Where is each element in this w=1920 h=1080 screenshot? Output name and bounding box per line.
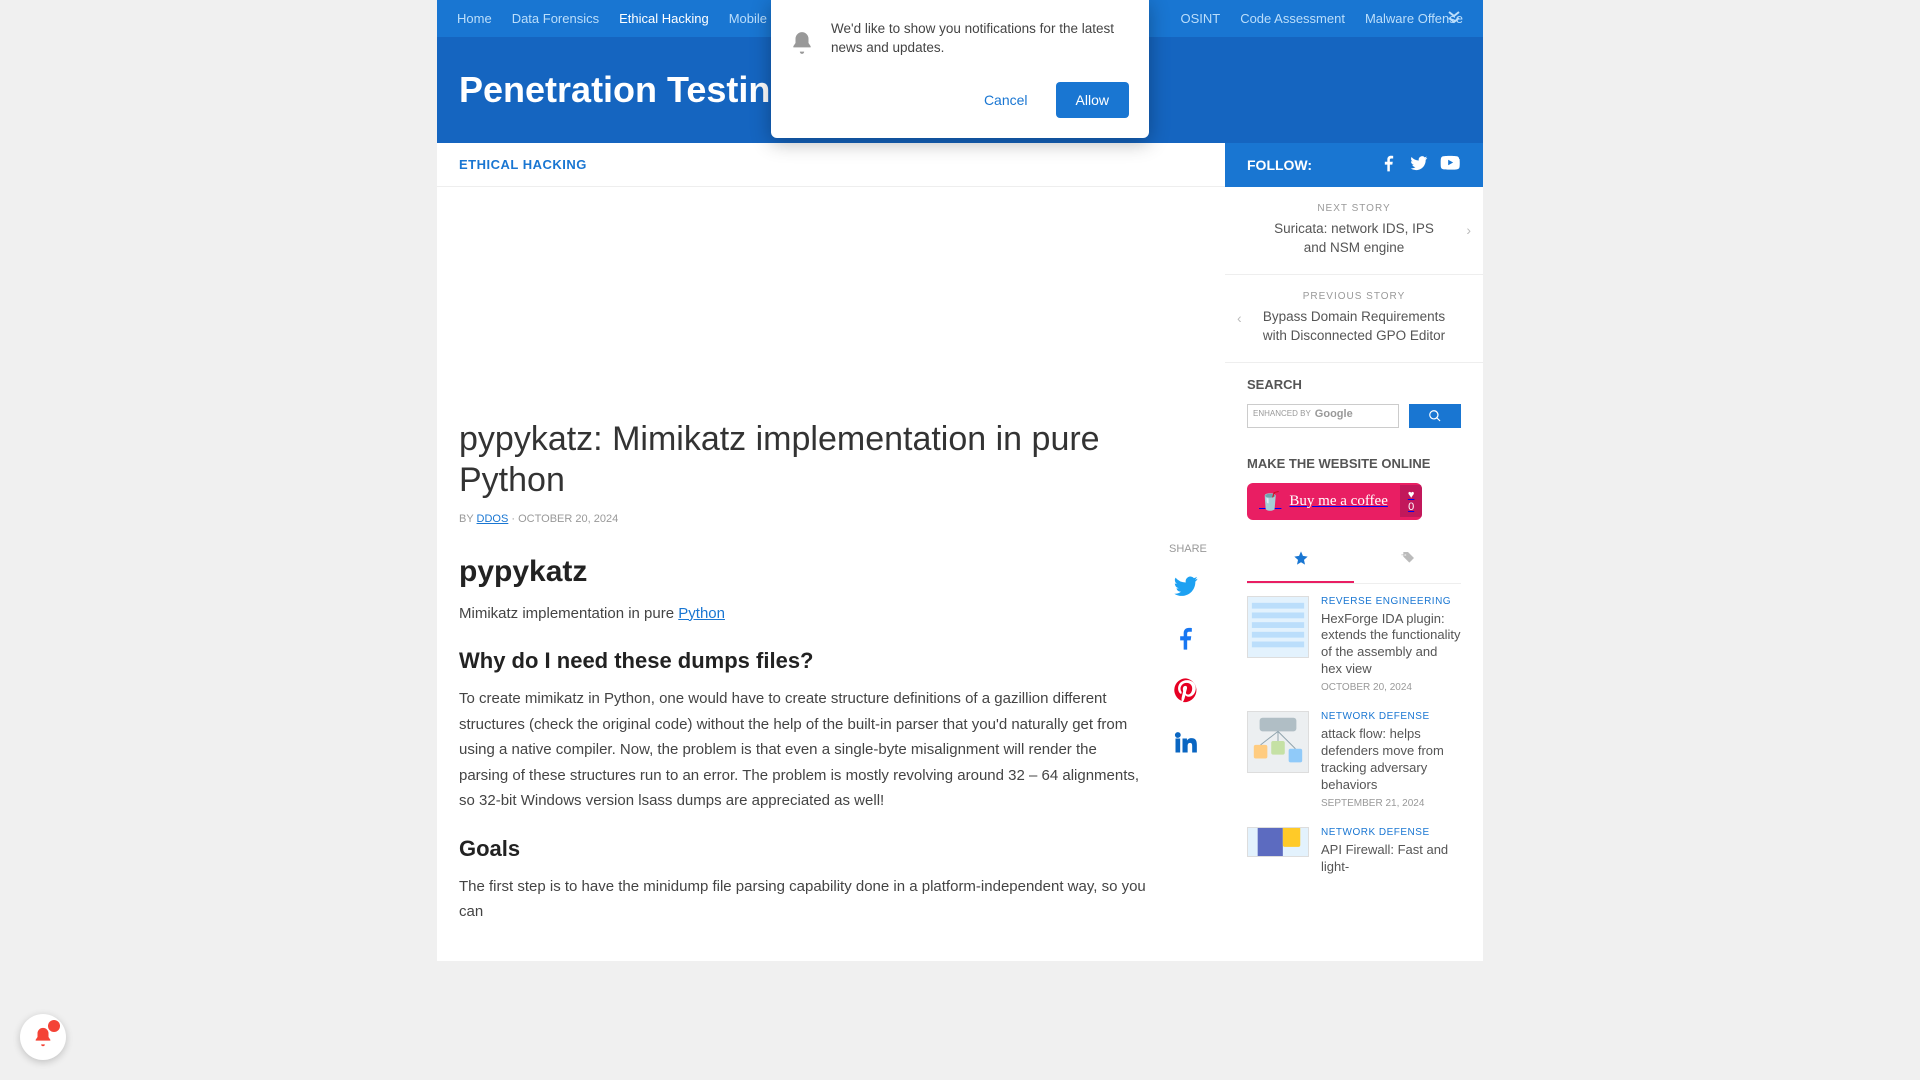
post-item[interactable]: REVERSE ENGINEERING HexForge IDA plugin:… [1247, 596, 1461, 694]
share-linkedin-icon[interactable] [1169, 725, 1203, 759]
article-p3: The first step is to have the minidump f… [459, 874, 1147, 925]
nav-osint[interactable]: OSINT [1170, 1, 1230, 36]
chevron-left-icon: ‹ [1237, 310, 1242, 326]
tab-tags[interactable] [1354, 540, 1461, 583]
search-icon [1428, 409, 1442, 423]
tab-popular[interactable] [1247, 540, 1354, 583]
share-twitter-icon[interactable] [1169, 569, 1203, 603]
share-pinterest-icon[interactable] [1169, 673, 1203, 707]
article: pypykatz: Mimikatz implementation in pur… [437, 187, 1225, 961]
post-category[interactable]: NETWORK DEFENSE [1321, 711, 1461, 722]
next-story[interactable]: NEXT STORY Suricata: network IDS, IPS an… [1225, 187, 1483, 275]
post-category[interactable]: REVERSE ENGINEERING [1321, 596, 1461, 607]
follow-bar: FOLLOW: [1225, 143, 1483, 187]
meta-author[interactable]: DDOS [477, 513, 509, 525]
post-item[interactable]: NETWORK DEFENSE attack flow: helps defen… [1247, 711, 1461, 809]
coffee-cup-icon: 🥤 [1259, 491, 1281, 512]
buy-me-coffee-button[interactable]: 🥤 Buy me a coffee ♥ 0 [1247, 483, 1422, 520]
nav-code-assessment[interactable]: Code Assessment [1230, 1, 1355, 36]
post-title: API Firewall: Fast and light- [1321, 842, 1461, 876]
meta-date: OCTOBER 20, 2024 [518, 513, 618, 525]
breadcrumb-category[interactable]: ETHICAL HACKING [459, 157, 587, 172]
main-column: ETHICAL HACKING pypykatz: Mimikatz imple… [437, 143, 1225, 961]
post-date: OCTOBER 20, 2024 [1321, 682, 1461, 693]
share-label: SHARE [1169, 543, 1203, 555]
follow-facebook-icon[interactable] [1379, 153, 1399, 178]
bell-icon [789, 28, 815, 63]
search-button[interactable] [1409, 404, 1461, 428]
next-story-tag: NEXT STORY [1247, 203, 1461, 214]
follow-youtube-icon[interactable] [1439, 153, 1461, 178]
notification-prompt: We'd like to show you notifications for … [771, 0, 1149, 138]
next-story-title: Suricata: network IDS, IPS and NSM engin… [1247, 220, 1461, 258]
article-h2: pypykatz [459, 555, 1147, 589]
post-date: SEPTEMBER 21, 2024 [1321, 798, 1461, 809]
breadcrumb: ETHICAL HACKING [437, 143, 1225, 187]
nav-expand-icon[interactable] [1445, 8, 1465, 28]
previous-story-tag: PREVIOUS STORY [1247, 291, 1461, 302]
post-thumb [1247, 827, 1309, 857]
post-item[interactable]: NETWORK DEFENSE API Firewall: Fast and l… [1247, 827, 1461, 880]
post-title: attack flow: helps defenders move from t… [1321, 726, 1461, 794]
search-heading: SEARCH [1247, 377, 1461, 392]
post-thumb [1247, 596, 1309, 658]
bmc-section: MAKE THE WEBSITE ONLINE 🥤 Buy me a coffe… [1225, 442, 1483, 534]
article-meta: BY DDOS · OCTOBER 20, 2024 [459, 513, 1203, 525]
post-category[interactable]: NETWORK DEFENSE [1321, 827, 1461, 838]
article-h3-dumps: Why do I need these dumps files? [459, 648, 1147, 674]
allow-button[interactable]: Allow [1056, 82, 1129, 118]
previous-story-title: Bypass Domain Requirements with Disconne… [1247, 308, 1461, 346]
bmc-heading: MAKE THE WEBSITE ONLINE [1247, 456, 1461, 471]
share-column: SHARE [1169, 543, 1203, 939]
notification-bell-badge[interactable] [20, 1014, 66, 1060]
cancel-button[interactable]: Cancel [964, 82, 1048, 118]
post-thumb [1247, 711, 1309, 773]
notification-text: We'd like to show you notifications for … [831, 20, 1129, 58]
python-link[interactable]: Python [678, 605, 725, 622]
share-facebook-icon[interactable] [1169, 621, 1203, 655]
meta-by: BY [459, 513, 473, 525]
heart-icon: ♥ [1408, 489, 1415, 501]
previous-story[interactable]: PREVIOUS STORY Bypass Domain Requirement… [1225, 275, 1483, 363]
google-cse-badge: ENHANCED BY Google [1253, 408, 1353, 420]
posts-section: REVERSE ENGINEERING HexForge IDA plugin:… [1225, 534, 1483, 912]
star-icon [1293, 550, 1309, 566]
post-title: HexForge IDA plugin: extends the functio… [1321, 611, 1461, 679]
notification-dot-icon [48, 1020, 60, 1032]
article-title: pypykatz: Mimikatz implementation in pur… [459, 419, 1203, 501]
search-section: SEARCH ENHANCED BY Google [1225, 363, 1483, 442]
sidebar: FOLLOW: NEXT [1225, 143, 1483, 961]
ad-slot [459, 209, 1203, 419]
follow-label: FOLLOW: [1247, 157, 1312, 173]
nav-home[interactable]: Home [447, 1, 502, 36]
nav-data-forensics[interactable]: Data Forensics [502, 1, 609, 36]
article-p2: To create mimikatz in Python, one would … [459, 686, 1147, 814]
site-title[interactable]: Penetration Testing T [459, 69, 824, 111]
article-h3-goals: Goals [459, 836, 1147, 862]
article-body: pypykatz Mimikatz implementation in pure… [459, 543, 1147, 939]
bmc-label: Buy me a coffee [1289, 493, 1387, 510]
bmc-count: 0 [1408, 501, 1414, 513]
article-intro: Mimikatz implementation in pure Python [459, 601, 1147, 627]
follow-twitter-icon[interactable] [1409, 153, 1429, 178]
nav-ethical-hacking[interactable]: Ethical Hacking [609, 1, 719, 36]
tags-icon [1399, 550, 1417, 566]
chevron-right-icon: › [1466, 222, 1471, 238]
